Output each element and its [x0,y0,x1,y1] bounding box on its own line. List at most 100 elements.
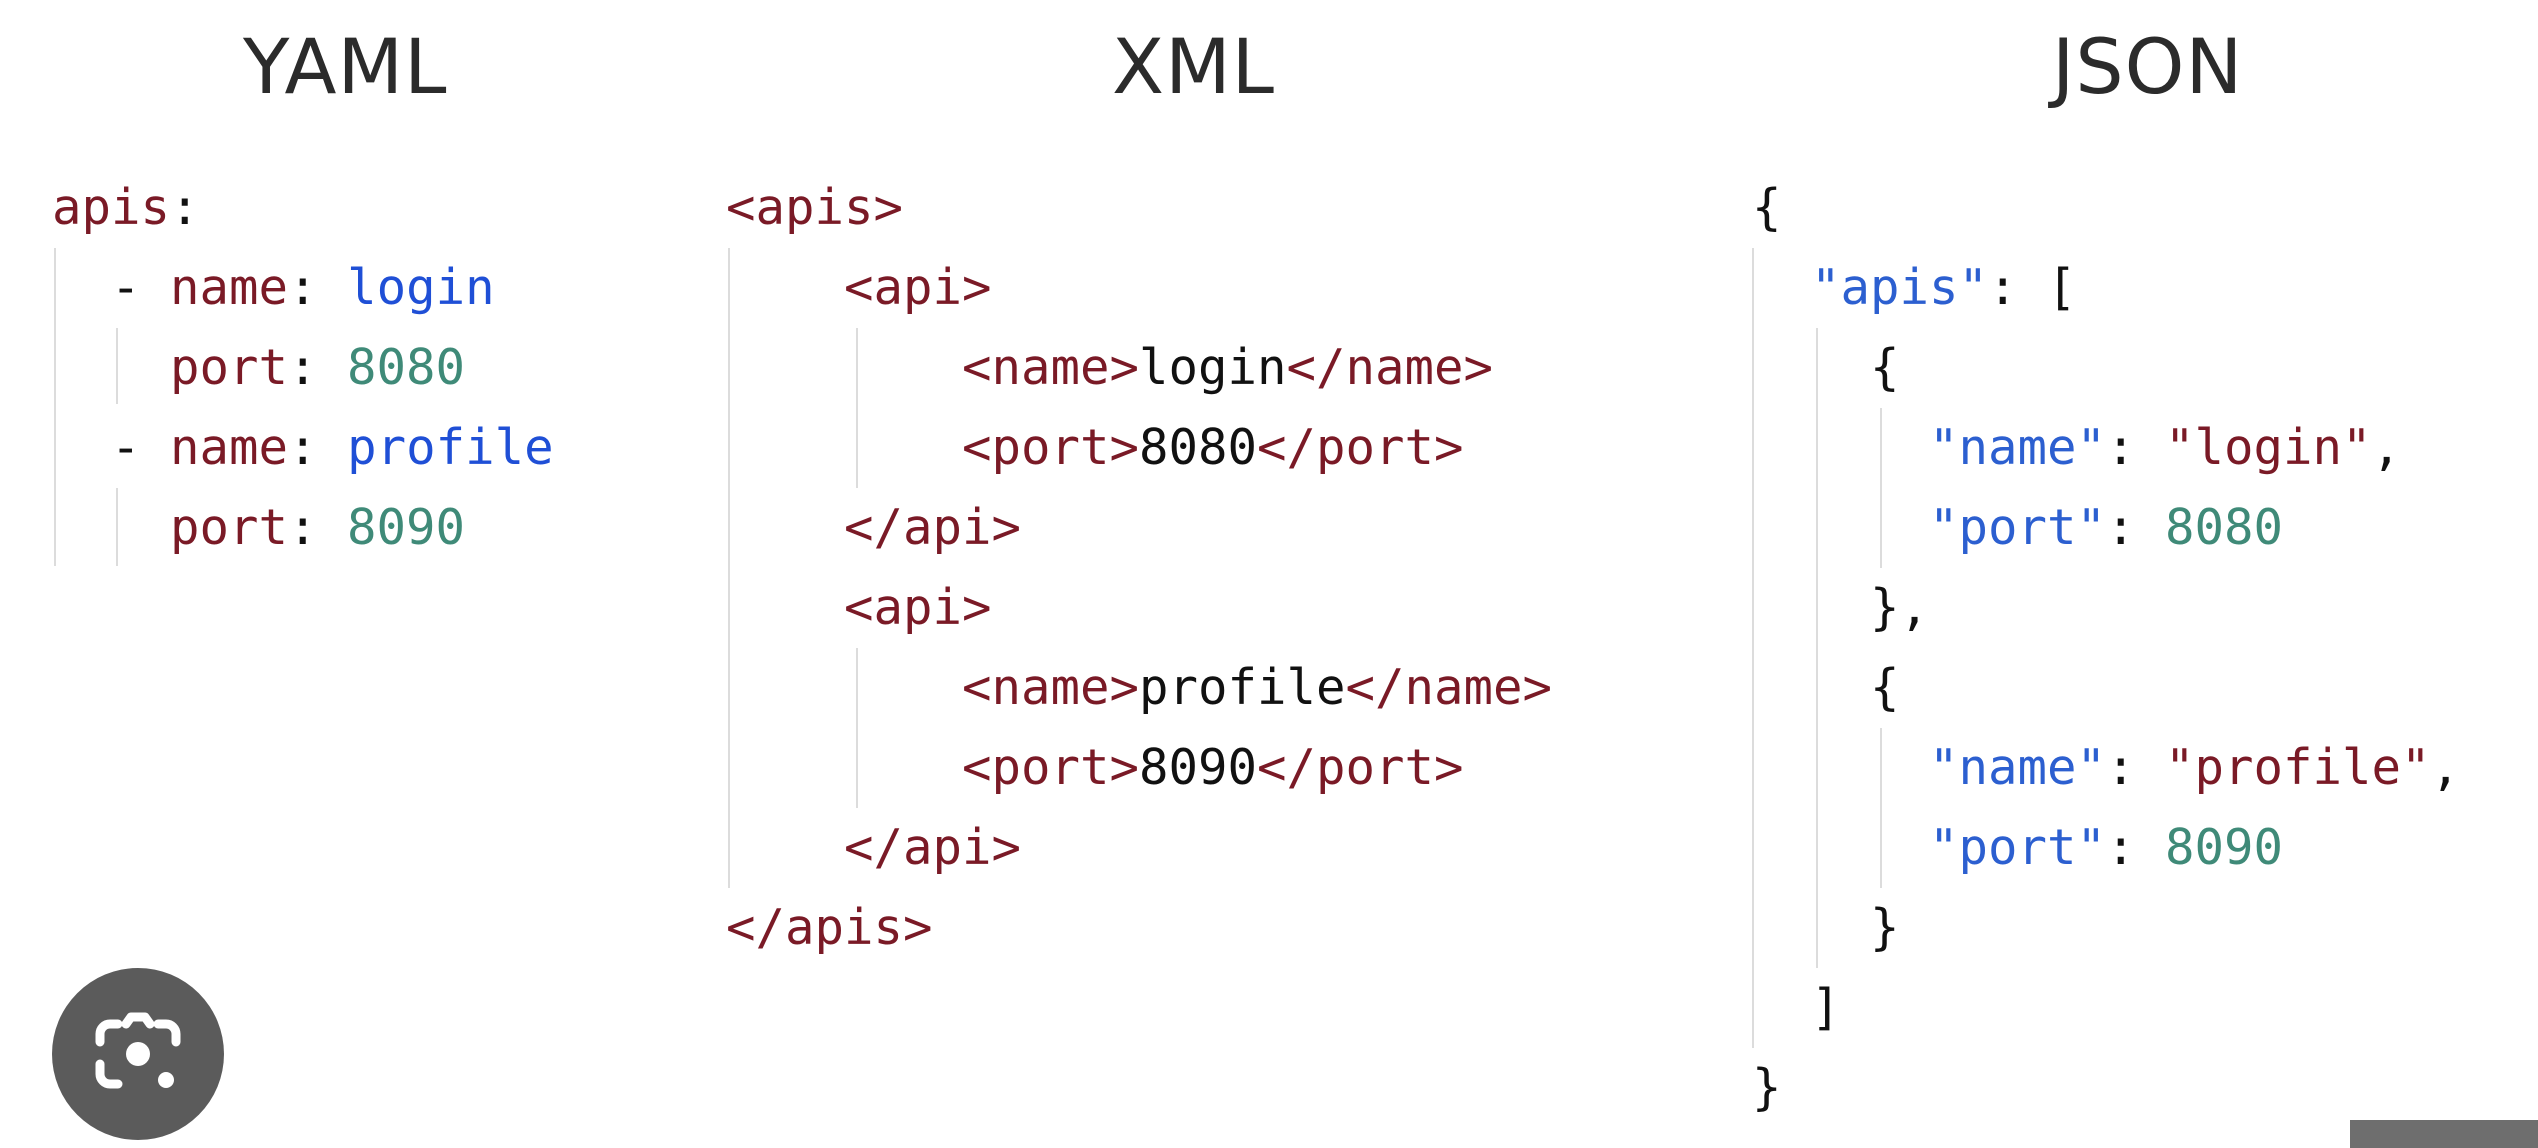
code-token: - [111,419,171,476]
code-token: } [1752,1059,1782,1116]
json-indent-guide [1752,248,1754,1048]
code-token: <name> [962,339,1140,396]
json-code-line: { [1752,168,2460,248]
yaml-code-line: port: 8090 [52,488,554,568]
xml-indent-guide [856,328,858,488]
code-token: { [1752,179,1782,236]
xml-code-line: <name>login</name> [726,328,1552,408]
code-token: : [2106,499,2166,556]
json-code-line: "apis": [ [1752,248,2460,328]
xml-code-line: </api> [726,488,1552,568]
json-code-line: "name": "login", [1752,408,2460,488]
yaml-code-line: port: 8080 [52,328,554,408]
yaml-code-block: apis: - name: login port: 8080 - name: p… [52,168,554,568]
code-token: </port> [1257,739,1464,796]
code-token: login [1139,339,1287,396]
yaml-code-line: apis: [52,168,554,248]
code-token: - [111,259,171,316]
code-token: "port" [1929,819,2107,876]
json-code-block: { "apis": [ { "name": "login", "port": 8… [1752,168,2460,1128]
code-token: <name> [962,659,1140,716]
json-code-line: }, [1752,568,2460,648]
xml-code-line: </api> [726,808,1552,888]
code-token: <port> [962,419,1140,476]
yaml-indent-guide [116,488,118,566]
xml-code-block: <apis> <api> <name>login</name> <port>80… [726,168,1552,968]
xml-heading: XML [1112,22,1275,111]
code-token: port [170,339,289,396]
code-token: </port> [1257,419,1464,476]
code-token: "profile" [2165,739,2431,796]
camera-lens-icon [95,1012,181,1089]
yaml-indent-guide [54,248,56,566]
json-code-line: "name": "profile", [1752,728,2460,808]
xml-code-line: <api> [726,568,1552,648]
corner-overlay-bar [2350,1120,2538,1148]
json-indent-guide [1816,328,1818,968]
code-token: : [ [1988,259,2077,316]
code-token: <port> [962,739,1140,796]
xml-indent-guide [856,648,858,808]
code-token: "apis" [1811,259,1989,316]
code-token: { [1870,659,1900,716]
xml-indent-guide [728,248,730,888]
code-token: 8090 [2165,819,2284,876]
code-token: <api> [844,579,992,636]
json-indent-guide [1880,728,1882,888]
code-token: : [288,259,348,316]
code-token: "login" [2165,419,2372,476]
xml-code-line: <port>8090</port> [726,728,1552,808]
code-token: </api> [844,819,1022,876]
code-token: name [170,259,289,316]
code-token: : [288,499,348,556]
code-token: apis [52,179,171,236]
code-token: 8080 [347,339,466,396]
code-token: , [2371,419,2402,476]
code-token: : [170,179,200,236]
code-token: 8080 [2165,499,2284,556]
code-token: , [2430,739,2461,796]
code-token: "name" [1929,419,2107,476]
yaml-code-line: - name: login [52,248,554,328]
json-code-line: ] [1752,968,2460,1048]
code-token: port [170,499,289,556]
code-token: </name> [1286,339,1494,396]
code-token: profile [1139,659,1346,716]
yaml-code-line: - name: profile [52,408,554,488]
code-token: profile [347,419,554,476]
json-code-line: } [1752,888,2460,968]
code-token: login [347,259,495,316]
lens-search-button[interactable] [52,968,224,1140]
xml-code-line: <port>8080</port> [726,408,1552,488]
yaml-indent-guide [116,328,118,404]
code-token: : [288,339,348,396]
code-token: </apis> [726,899,933,956]
code-token: 8090 [1139,739,1258,796]
code-token: </api> [844,499,1022,556]
code-token: <api> [844,259,992,316]
code-token: "name" [1929,739,2107,796]
json-code-line: "port": 8080 [1752,488,2460,568]
xml-code-line: <api> [726,248,1552,328]
code-token: { [1870,339,1900,396]
code-token: : [2106,819,2166,876]
code-token: 8090 [347,499,466,556]
code-token: "port" [1929,499,2107,556]
code-token: <apis> [726,179,904,236]
xml-code-line: <name>profile</name> [726,648,1552,728]
